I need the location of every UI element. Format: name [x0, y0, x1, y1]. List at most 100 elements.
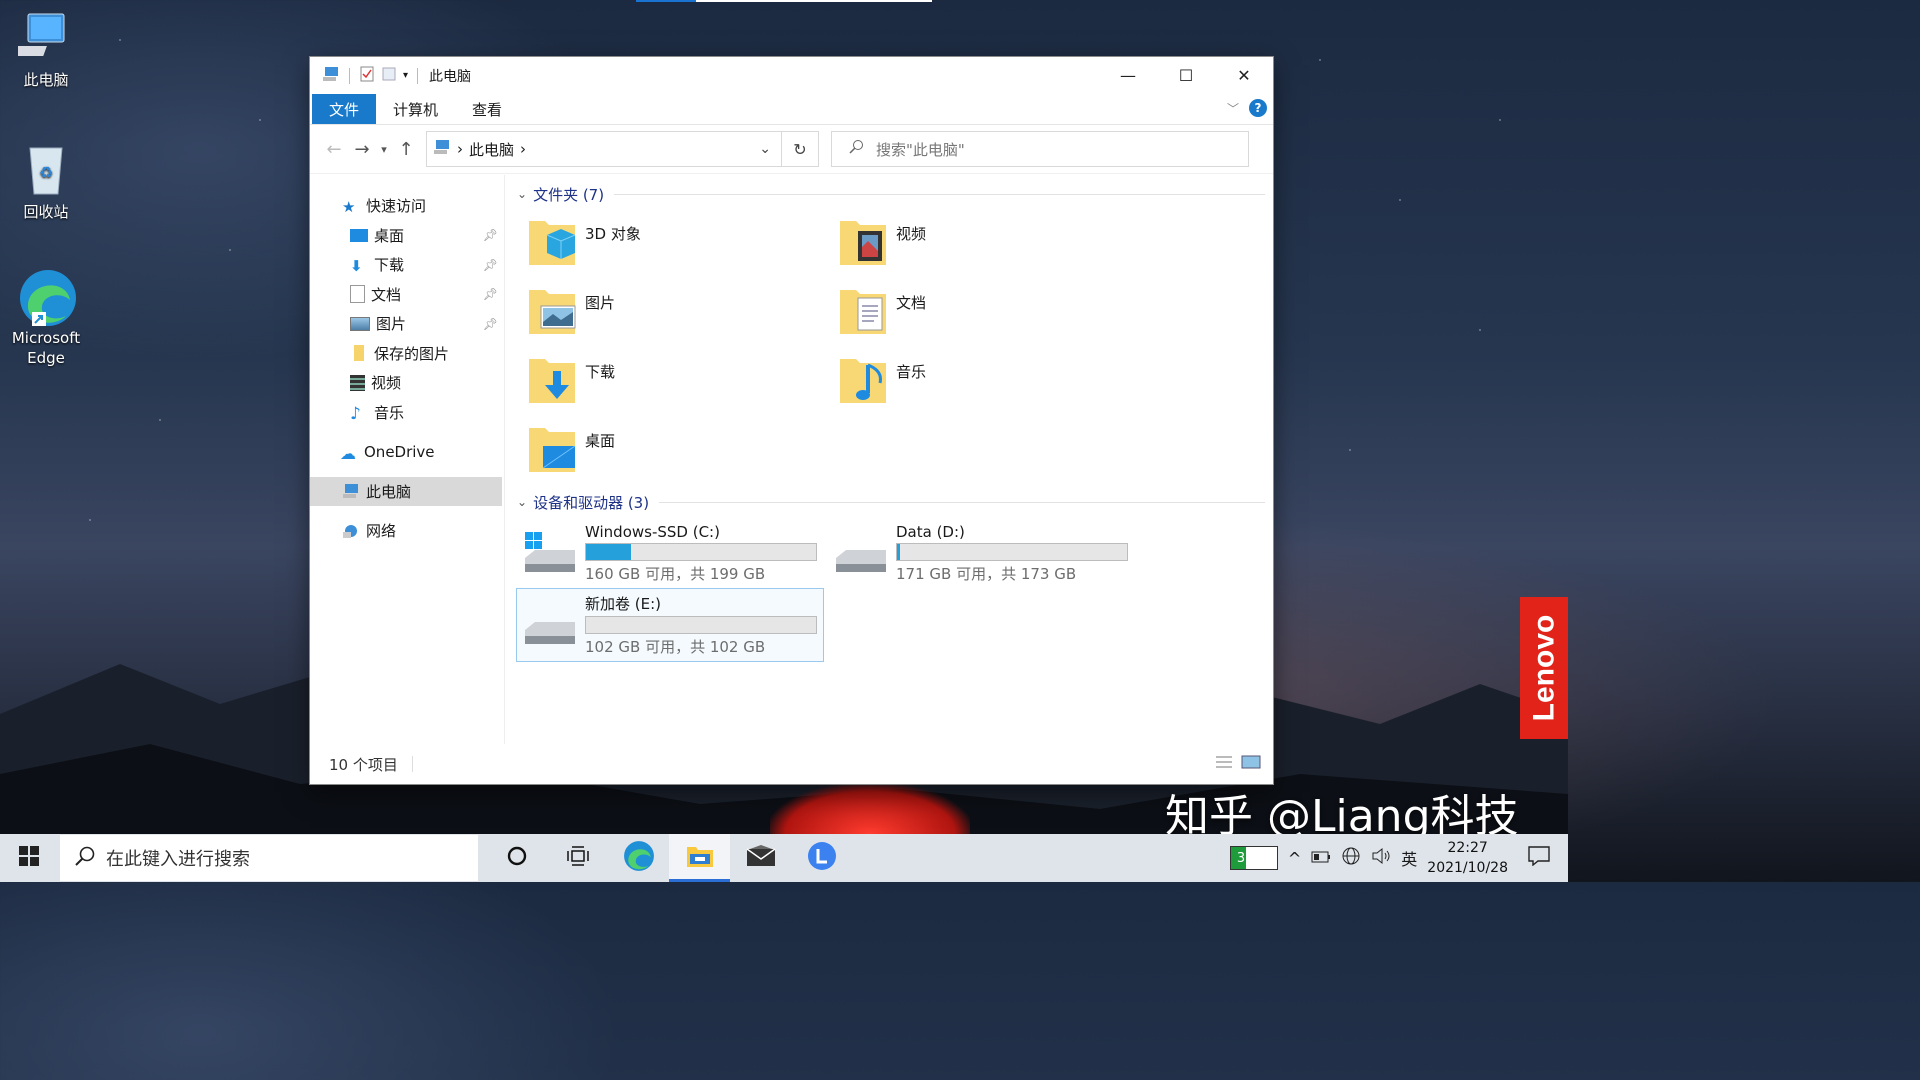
details-view-icon[interactable]: [1215, 755, 1233, 773]
cortana-button[interactable]: [486, 834, 547, 882]
film-icon: [350, 374, 365, 391]
battery-percent: 32%: [1236, 850, 1266, 866]
properties-icon[interactable]: [359, 66, 375, 86]
folder-item[interactable]: 音乐: [828, 347, 1139, 416]
expand-ribbon-chevron-icon[interactable]: ﹀: [1227, 100, 1239, 117]
tab-computer[interactable]: 计算机: [376, 94, 455, 124]
back-arrow-icon[interactable]: ←: [320, 139, 348, 160]
nav-label: 音乐: [374, 403, 405, 422]
desktop-icon-edge[interactable]: Microsoft Edge: [1, 268, 91, 368]
drives-group-header[interactable]: ⌄ 设备和驱动器 (3): [517, 491, 1273, 513]
pin-icon: 📌︎: [482, 228, 498, 243]
collapse-chevron-icon[interactable]: ⌄: [517, 495, 527, 509]
refresh-button[interactable]: ↻: [782, 131, 819, 167]
start-button[interactable]: [0, 834, 58, 882]
battery-icon[interactable]: [1311, 849, 1331, 867]
nav-item-pictures[interactable]: 图片 📌︎: [310, 309, 504, 339]
search-box[interactable]: 搜索"此电脑": [831, 131, 1249, 167]
content-pane: ⌄ 文件夹 (7) 3D 对象 视频 图片 文档 下载 音乐 桌面 ⌄ 设备和驱…: [505, 175, 1273, 744]
breadcrumb-separator[interactable]: ›: [457, 140, 463, 158]
desktop-icon-this-pc[interactable]: 此电脑: [1, 10, 91, 90]
tab-view[interactable]: 查看: [455, 94, 519, 124]
notification-center-icon[interactable]: [1528, 846, 1550, 870]
volume-icon[interactable]: [1371, 847, 1391, 869]
clock[interactable]: 22:27 2021/10/28: [1427, 838, 1508, 878]
desktop-folder-icon: [350, 228, 368, 242]
lenovo-brand-tab: Lenovo: [1520, 597, 1568, 739]
hard-drive-icon: [521, 600, 579, 650]
taskbar-search-placeholder: 在此键入进行搜索: [106, 849, 250, 870]
taskbar-mail[interactable]: [730, 834, 791, 882]
recent-locations-chevron-icon[interactable]: ▾: [376, 143, 392, 156]
edge-icon: [18, 268, 76, 326]
input-method-indicator[interactable]: 英: [1401, 846, 1417, 870]
status-bar: 10 个项目: [310, 744, 1273, 784]
battery-indicator[interactable]: 32%: [1229, 846, 1278, 870]
address-bar[interactable]: › 此电脑 › ⌄: [426, 131, 782, 167]
close-button[interactable]: ✕: [1215, 57, 1273, 94]
folder-item[interactable]: 下载: [517, 347, 828, 416]
title-bar[interactable]: ▾ 此电脑 — ☐ ✕: [310, 57, 1273, 94]
taskbar-edge[interactable]: [608, 834, 669, 882]
new-folder-icon[interactable]: [381, 66, 397, 86]
network-globe-icon[interactable]: [1341, 846, 1361, 870]
desktop-icon-label: 回收站: [23, 203, 69, 221]
drives-grid: Windows-SSD (C:) 160 GB 可用，共 199 GB Data…: [516, 517, 1273, 662]
taskbar-lenovo-app[interactable]: [791, 834, 852, 882]
nav-item-music[interactable]: ♪ 音乐: [310, 398, 504, 428]
nav-item-desktop[interactable]: 桌面 📌︎: [310, 221, 504, 251]
breadcrumb-this-pc[interactable]: 此电脑: [469, 139, 514, 160]
nav-onedrive[interactable]: ☁ OneDrive: [310, 437, 504, 467]
collapse-chevron-icon[interactable]: ⌄: [517, 187, 527, 201]
quick-access-toolbar: ▾: [322, 66, 421, 86]
nav-item-downloads[interactable]: ⬇ 下载 📌︎: [310, 250, 504, 280]
large-icons-view-icon[interactable]: [1241, 755, 1261, 773]
maximize-button[interactable]: ☐: [1157, 57, 1215, 94]
breadcrumb-separator[interactable]: ›: [520, 140, 526, 158]
search-icon: [74, 845, 96, 872]
nav-quick-access[interactable]: ★ 快速访问: [310, 191, 504, 221]
computer-icon: [9, 10, 74, 66]
drive-item[interactable]: Windows-SSD (C:) 160 GB 可用，共 199 GB: [517, 517, 828, 589]
taskbar-search-box[interactable]: 在此键入进行搜索: [60, 835, 478, 881]
taskbar-file-explorer[interactable]: [669, 834, 730, 882]
nav-item-saved-pictures[interactable]: 保存的图片: [310, 339, 504, 369]
minimize-button[interactable]: —: [1099, 57, 1157, 94]
customize-toolbar-icon[interactable]: ▾: [403, 70, 408, 81]
nav-label: 此电脑: [366, 482, 412, 501]
folder-item[interactable]: 桌面: [517, 416, 828, 485]
folder-item[interactable]: 3D 对象: [517, 209, 828, 278]
nav-this-pc[interactable]: 此电脑: [310, 476, 502, 506]
drive-item[interactable]: Data (D:) 171 GB 可用，共 173 GB: [828, 517, 1139, 589]
folder-item[interactable]: 文档: [828, 278, 1139, 347]
nav-item-documents[interactable]: 文档 📌︎: [310, 280, 504, 310]
desktop-icon-label: Microsoft Edge: [11, 329, 81, 367]
task-view-button[interactable]: [547, 834, 608, 882]
drive-space-detail: 171 GB 可用，共 173 GB: [896, 564, 1077, 583]
folders-grid: 3D 对象 视频 图片 文档 下载 音乐 桌面: [517, 209, 1273, 485]
desktop-icon-recycle-bin[interactable]: ♻ 回收站: [1, 142, 91, 222]
nav-network[interactable]: 网络: [310, 516, 504, 546]
file-explorer-window: ▾ 此电脑 — ☐ ✕ 文件 计算机 查看 ﹀ ? ← → ▾ ↑ › 此电脑 …: [310, 57, 1273, 784]
refresh-icon: ↻: [793, 139, 807, 159]
pictures-folder-icon: [527, 282, 577, 338]
forward-arrow-icon[interactable]: →: [348, 139, 376, 160]
up-arrow-icon[interactable]: ↑: [392, 139, 420, 160]
3d-objects-folder-icon: [527, 213, 577, 269]
folder-label: 下载: [585, 363, 616, 381]
nav-label: 下载: [374, 256, 405, 275]
folders-group-header[interactable]: ⌄ 文件夹 (7): [517, 183, 1273, 205]
help-icon[interactable]: ?: [1249, 99, 1267, 117]
folder-item[interactable]: 图片: [517, 278, 828, 347]
folder-label: 文档: [896, 294, 927, 312]
nav-item-videos[interactable]: 视频: [310, 368, 504, 398]
drive-usage-bar: [585, 542, 817, 561]
folder-item[interactable]: 视频: [828, 209, 1139, 278]
show-hidden-icons-chevron-icon[interactable]: ^: [1288, 849, 1301, 868]
drive-item[interactable]: 新加卷 (E:) 102 GB 可用，共 102 GB: [516, 588, 824, 662]
star-icon: ★: [342, 197, 356, 216]
window-controls: — ☐ ✕: [1099, 57, 1273, 94]
address-dropdown-chevron-icon[interactable]: ⌄: [759, 141, 771, 157]
nav-label: 视频: [371, 374, 402, 393]
tab-file[interactable]: 文件: [312, 94, 377, 124]
